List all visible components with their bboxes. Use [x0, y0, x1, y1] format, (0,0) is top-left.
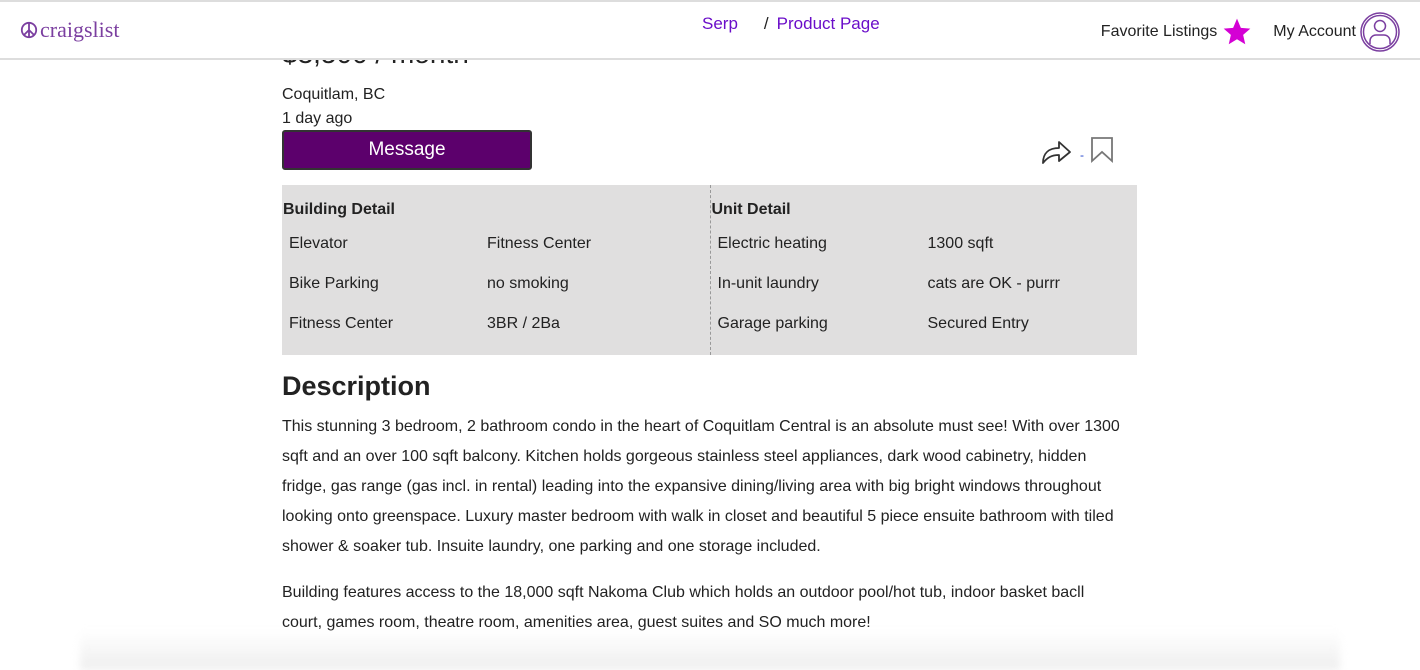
my-account-link[interactable]: My Account [1273, 12, 1400, 52]
unit-detail: Unit Detail Electric heating 1300 sqft I… [709, 185, 1138, 355]
breadcrumb: Serp / Product Page [702, 14, 880, 34]
building-item: Elevator [289, 235, 348, 252]
action-separator: - [1080, 148, 1084, 162]
building-item: Bike Parking [289, 275, 379, 292]
favorite-listings-link[interactable]: Favorite Listings [1101, 16, 1254, 48]
building-item: Fitness Center [487, 235, 592, 252]
breadcrumb-serp[interactable]: Serp [702, 14, 738, 33]
building-detail-title: Building Detail [283, 201, 395, 218]
breadcrumb-separator: / [763, 14, 769, 33]
bottom-shadow [80, 630, 1340, 670]
description-paragraph: Building features access to the 18,000 s… [282, 584, 1085, 631]
description-body: This stunning 3 bedroom, 2 bathroom cond… [282, 412, 1122, 638]
top-nav: craigslist Serp / Product Page Favorite Li… [0, 0, 1420, 60]
unit-item: Secured Entry [927, 315, 1029, 332]
unit-detail-title: Unit Detail [711, 201, 791, 218]
craigslist-logo[interactable]: craigslist [20, 17, 119, 43]
star-icon [1223, 18, 1251, 45]
share-icon[interactable] [1040, 134, 1074, 166]
unit-item: In-unit laundry [717, 275, 819, 292]
building-item: no smoking [487, 275, 569, 292]
description-paragraph: This stunning 3 bedroom, 2 bathroom cond… [282, 418, 1120, 555]
my-account-label: My Account [1273, 23, 1356, 40]
unit-item: cats are OK - purrr [927, 275, 1060, 292]
breadcrumb-product-page[interactable]: Product Page [777, 14, 880, 33]
unit-item: Electric heating [717, 235, 827, 252]
details-table: Building Detail Elevator Fitness Center … [282, 185, 1137, 355]
listing-posted-time: 1 day ago [282, 110, 353, 127]
description-title: Description [282, 371, 431, 401]
peace-icon [20, 21, 38, 39]
logo-text: craigslist [40, 17, 120, 42]
building-item: 3BR / 2Ba [487, 315, 560, 332]
bookmark-icon[interactable] [1090, 136, 1114, 164]
unit-item: Garage parking [717, 315, 828, 332]
favorite-listings-label: Favorite Listings [1100, 23, 1218, 40]
message-button[interactable]: Message [282, 130, 532, 170]
building-detail: Building Detail Elevator Fitness Center … [282, 185, 710, 355]
unit-item: 1300 sqft [927, 235, 994, 252]
listing-location: Coquitlam, BC [282, 86, 386, 103]
building-item: Fitness Center [289, 315, 394, 332]
user-avatar-icon [1360, 12, 1400, 52]
